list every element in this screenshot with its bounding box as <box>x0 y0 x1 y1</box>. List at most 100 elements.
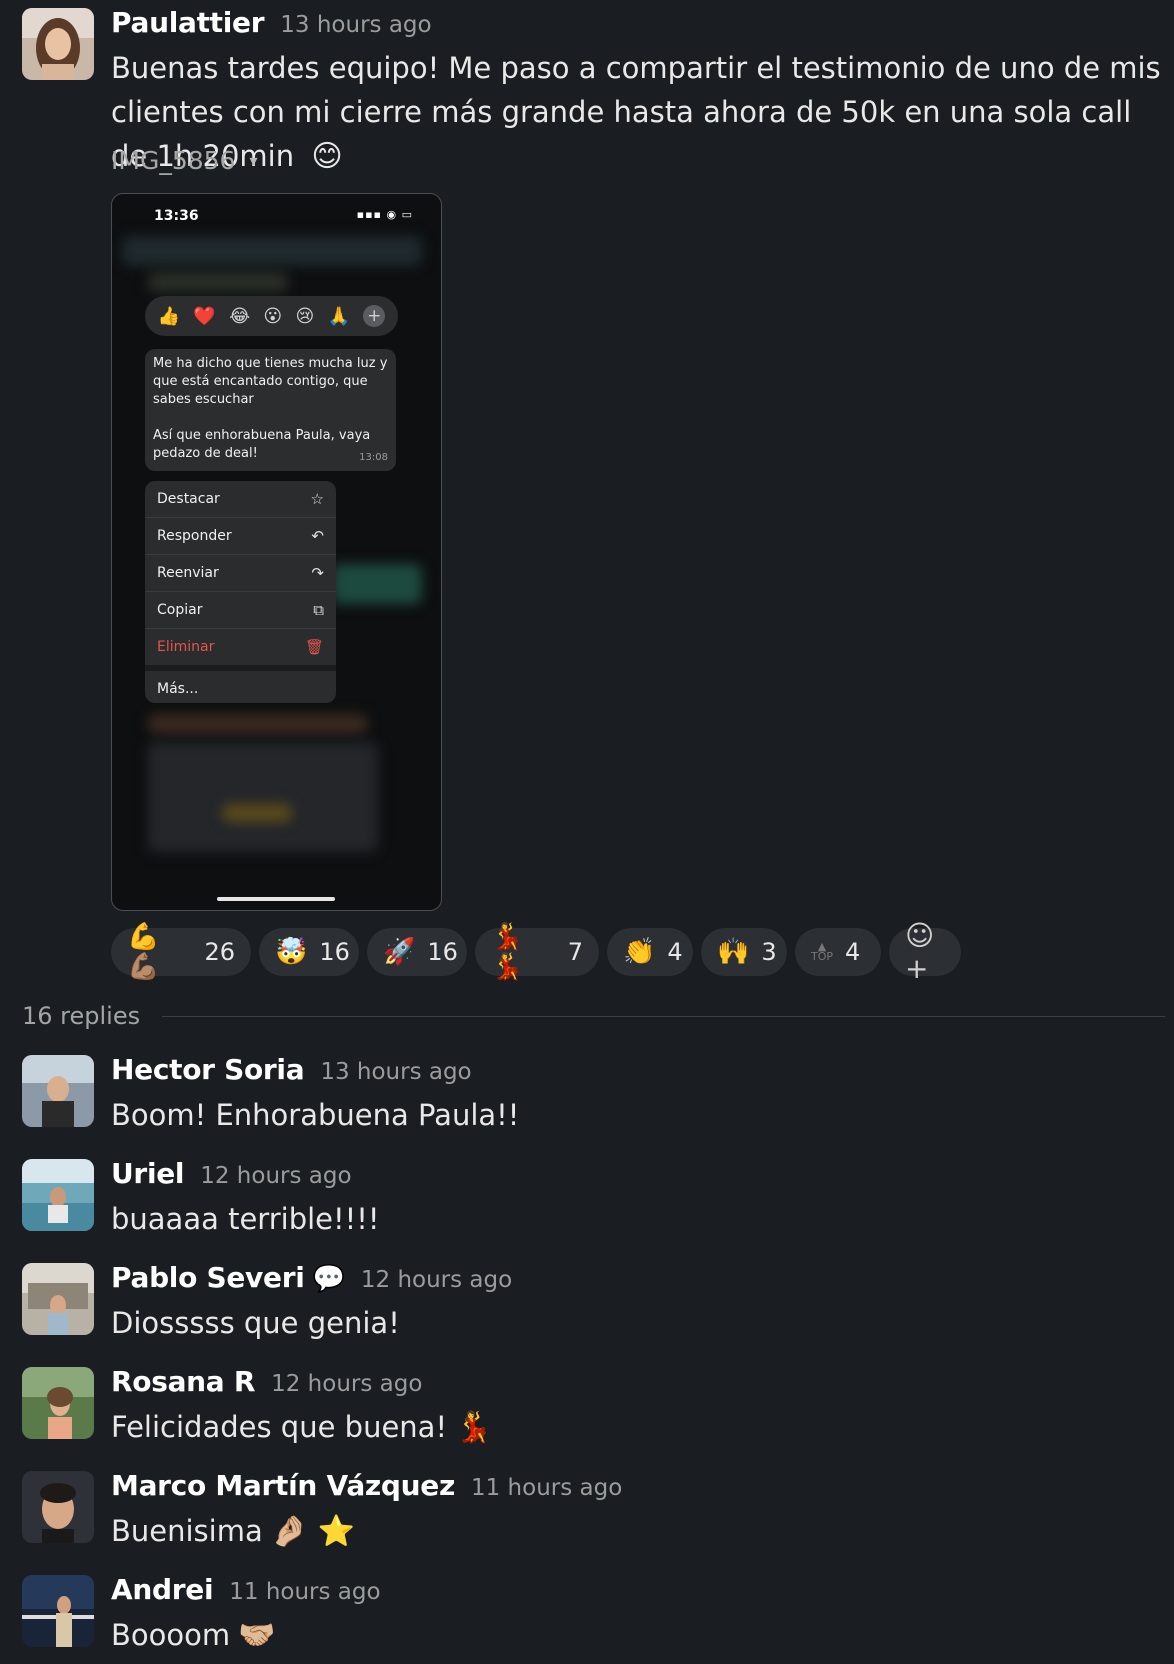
menu-item-destacar: Destacar ☆ <box>145 481 336 518</box>
reply-text: buaaaa terrible!!!! <box>111 1202 380 1236</box>
reply-timestamp[interactable]: 11 hours ago <box>229 1579 380 1605</box>
menu-item-label: Copiar <box>157 602 203 618</box>
crying-icon: 😢 <box>295 305 315 327</box>
reply-icon: ↶ <box>311 527 324 545</box>
raised-hands-emoji: 🙌 <box>717 937 750 967</box>
reply-text: Felicidades que buena! 💃 <box>111 1410 492 1445</box>
reply-header: Pablo Severi 💬 12 hours ago <box>111 1261 512 1294</box>
phone-status-icons: ▪▪▪ ◉ ▭ <box>356 208 413 221</box>
dancer-emoji: 💃 <box>455 1410 493 1445</box>
menu-item-label: Más... <box>157 681 199 697</box>
blurred-bubble <box>222 804 292 822</box>
menu-item-responder: Responder ↶ <box>145 518 336 555</box>
reply-header: Rosana R 12 hours ago <box>111 1365 422 1398</box>
reaction-count: 3 <box>761 938 777 966</box>
attachment-image[interactable]: 13:36 ▪▪▪ ◉ ▭ 👍 ❤️ 😂 😮 😢 🙏 + Me ha dicho… <box>111 193 442 911</box>
heart-icon: ❤️ <box>193 305 216 327</box>
reply-author[interactable]: Pablo Severi <box>111 1261 305 1294</box>
avatar[interactable] <box>22 1471 94 1543</box>
pray-icon: 🙏 <box>327 305 350 327</box>
avatar[interactable] <box>22 1055 94 1127</box>
reply-timestamp[interactable]: 12 hours ago <box>271 1371 422 1397</box>
muscle-emoji: 💪 💪🏽 <box>127 922 160 982</box>
reply-text: Boooom 🤝🏼 <box>111 1618 275 1653</box>
attachment-name[interactable]: IMG_5856 <box>111 146 235 175</box>
chevron-down-icon[interactable]: ▾ <box>249 151 257 170</box>
reply-author[interactable]: Uriel <box>111 1157 185 1190</box>
handshake-emoji: 🤝🏼 <box>238 1618 276 1653</box>
post-timestamp[interactable]: 13 hours ago <box>280 12 431 38</box>
post-author[interactable]: Paulattier <box>111 6 265 39</box>
reaction-count: 16 <box>319 938 350 966</box>
clap-emoji: 👏 <box>623 937 656 967</box>
reply-timestamp[interactable]: 13 hours ago <box>320 1059 471 1085</box>
reply-header: Hector Soria 13 hours ago <box>111 1053 472 1086</box>
reaction-bar: 💪 💪🏽 26 🤯 16 🚀 16 💃 💃 7 👏 4 🙌 3 ▲ TOP 4 ☺… <box>111 919 961 985</box>
reaction-count: 26 <box>204 938 235 966</box>
reply-text: Buenisima 🤌🏼 ⭐ <box>111 1514 355 1549</box>
reply-author[interactable]: Rosana R <box>111 1365 255 1398</box>
replies-divider: 16 replies <box>22 1002 1165 1030</box>
blurred-bubble <box>148 272 288 292</box>
add-reaction-icon: ☺+ <box>905 919 935 985</box>
blurred-bubble <box>148 714 368 734</box>
menu-item-reenviar: Reenviar ↷ <box>145 555 336 592</box>
reply-header: Andrei 11 hours ago <box>111 1573 381 1606</box>
reaction-dancer[interactable]: 💃 💃 7 <box>475 922 599 982</box>
reply-header: Marco Martín Vázquez 11 hours ago <box>111 1469 622 1502</box>
phone-message-text: Me ha dicho que tienes mucha luz y que e… <box>153 356 388 461</box>
reaction-muscle[interactable]: 💪 💪🏽 26 <box>111 922 251 982</box>
reaction-clap[interactable]: 👏 4 <box>607 928 693 976</box>
reaction-raised-hands[interactable]: 🙌 3 <box>701 928 787 976</box>
reply-text-body: Buenisima <box>111 1514 263 1548</box>
menu-item-eliminar: Eliminar 🗑 <box>145 629 336 665</box>
surprised-icon: 😮 <box>263 305 283 327</box>
thumbs-up-icon: 👍 <box>157 305 181 327</box>
reaction-rocket[interactable]: 🚀 16 <box>367 928 467 976</box>
reply-timestamp[interactable]: 12 hours ago <box>361 1267 512 1293</box>
post-header: Paulattier 13 hours ago <box>111 6 432 39</box>
reply-header: Uriel 12 hours ago <box>111 1157 352 1190</box>
forward-icon: ↷ <box>311 564 324 582</box>
avatar[interactable] <box>22 1367 94 1439</box>
attachment-title[interactable]: IMG_5856 ▾ <box>111 146 257 175</box>
avatar[interactable] <box>22 1159 94 1231</box>
phone-context-menu: Destacar ☆ Responder ↶ Reenviar ↷ Copiar… <box>145 481 336 703</box>
phone-message-bubble: Me ha dicho que tienes mucha luz y que e… <box>145 349 396 471</box>
replies-count: 16 replies <box>22 1002 141 1030</box>
reaction-mind-blown[interactable]: 🤯 16 <box>259 928 359 976</box>
avatar[interactable] <box>22 1575 94 1647</box>
reply-text-body: Felicidades que buena! <box>111 1410 448 1444</box>
menu-item-label: Eliminar <box>157 639 215 655</box>
trash-icon: 🗑 <box>304 638 324 656</box>
avatar[interactable] <box>22 8 94 80</box>
menu-item-label: Destacar <box>157 491 220 507</box>
divider-line <box>162 1015 1165 1017</box>
reply-text-body: Boooom <box>111 1618 231 1652</box>
avatar[interactable] <box>22 1263 94 1335</box>
reply-text: Boom! Enhorabuena Paula!! <box>111 1098 520 1132</box>
dancer-emoji: 💃 💃 <box>491 922 524 982</box>
reaction-count: 4 <box>667 938 683 966</box>
blurred-bubble <box>148 742 378 852</box>
post-text: Buenas tardes equipo! Me paso a comparti… <box>111 46 1161 179</box>
reply-text: Diosssss que genia! <box>111 1306 400 1340</box>
reaction-count: 7 <box>567 938 583 966</box>
reply-timestamp[interactable]: 12 hours ago <box>200 1163 351 1189</box>
reaction-top[interactable]: ▲ TOP 4 <box>795 928 881 976</box>
reply-author[interactable]: Marco Martín Vázquez <box>111 1469 455 1502</box>
laughing-icon: 😂 <box>229 305 251 327</box>
reply-author[interactable]: Andrei <box>111 1573 214 1606</box>
blurred-header <box>122 236 422 266</box>
star-icon: ☆ <box>310 490 324 508</box>
rocket-emoji: 🚀 <box>383 937 416 967</box>
reaction-count: 4 <box>845 938 861 966</box>
reply-author[interactable]: Hector Soria <box>111 1053 305 1086</box>
smile-emoji: 😊 <box>311 139 343 174</box>
top-label: TOP <box>811 950 834 963</box>
blurred-bubble <box>332 564 422 604</box>
speech-bubble-icon: 💬 <box>312 1264 345 1294</box>
reply-timestamp[interactable]: 11 hours ago <box>471 1475 622 1501</box>
phone-reaction-bar: 👍 ❤️ 😂 😮 😢 🙏 + <box>145 296 398 336</box>
add-reaction-button[interactable]: ☺+ <box>889 919 961 985</box>
